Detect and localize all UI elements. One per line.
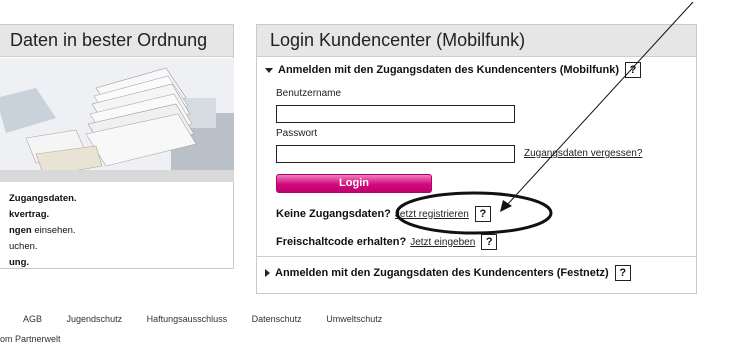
info-panel: Daten in bester Ordnung Zugangsdaten. kv… xyxy=(0,24,234,269)
forgot-credentials-link[interactable]: Zugangsdaten vergessen? xyxy=(524,148,642,159)
register-link[interactable]: Jetzt registrieren xyxy=(395,209,469,220)
help-icon[interactable]: ? xyxy=(614,265,631,281)
chevron-down-icon xyxy=(265,67,273,73)
section-toggle-mobilfunk[interactable]: Anmelden mit den Zugangsdaten des Kunden… xyxy=(265,62,642,78)
list-item: ung. xyxy=(9,257,30,268)
username-label: Benutzername xyxy=(276,88,342,99)
username-input[interactable] xyxy=(276,105,515,123)
login-panel-title: Login Kundencenter (Mobilfunk) xyxy=(257,25,696,57)
list-item: Zugangsdaten. xyxy=(9,193,77,204)
unlock-code-row: Freischaltcode erhalten? Jetzt eingeben … xyxy=(276,234,498,250)
footer-links: AGB Jugendschutz Haftungsausschluss Date… xyxy=(23,314,404,324)
info-panel-title: Daten in bester Ordnung xyxy=(0,25,233,57)
section-label-mobilfunk: Anmelden mit den Zugangsdaten des Kunden… xyxy=(278,64,620,76)
help-icon[interactable]: ? xyxy=(474,206,491,222)
list-item: uchen. xyxy=(9,241,38,252)
help-icon[interactable]: ? xyxy=(481,234,498,250)
password-label: Passwort xyxy=(276,128,318,139)
unlock-code-link[interactable]: Jetzt eingeben xyxy=(410,237,475,248)
office-papers-illustration xyxy=(0,58,234,182)
footer-link-datenschutz[interactable]: Datenschutz xyxy=(252,314,302,324)
info-list: Zugangsdaten. kvertrag. ngen einsehen. u… xyxy=(9,191,77,271)
help-icon[interactable]: ? xyxy=(625,62,642,78)
chevron-right-icon xyxy=(265,269,270,277)
login-panel: Login Kundencenter (Mobilfunk) Anmelden … xyxy=(256,24,697,294)
list-item: ngen einsehen. xyxy=(9,225,76,236)
section-toggle-festnetz[interactable]: Anmelden mit den Zugangsdaten des Kunden… xyxy=(265,265,631,281)
office-papers-image xyxy=(0,58,234,182)
password-input[interactable] xyxy=(276,145,515,163)
footer-link-umweltschutz[interactable]: Umweltschutz xyxy=(326,314,382,324)
section-label-festnetz: Anmelden mit den Zugangsdaten des Kunden… xyxy=(275,267,609,279)
footer-link-jugendschutz[interactable]: Jugendschutz xyxy=(67,314,123,324)
footer-partner-text[interactable]: om Partnerwelt xyxy=(0,334,61,344)
unlock-code-question: Freischaltcode erhalten? xyxy=(276,236,407,248)
register-question: Keine Zugangsdaten? xyxy=(276,208,391,220)
list-item: kvertrag. xyxy=(9,209,50,220)
login-button[interactable]: Login xyxy=(276,174,432,193)
footer-link-haftungsausschluss[interactable]: Haftungsausschluss xyxy=(147,314,228,324)
register-row: Keine Zugangsdaten? Jetzt registrieren ? xyxy=(276,206,491,222)
footer-link-agb[interactable]: AGB xyxy=(23,314,42,324)
section-divider xyxy=(257,256,696,257)
